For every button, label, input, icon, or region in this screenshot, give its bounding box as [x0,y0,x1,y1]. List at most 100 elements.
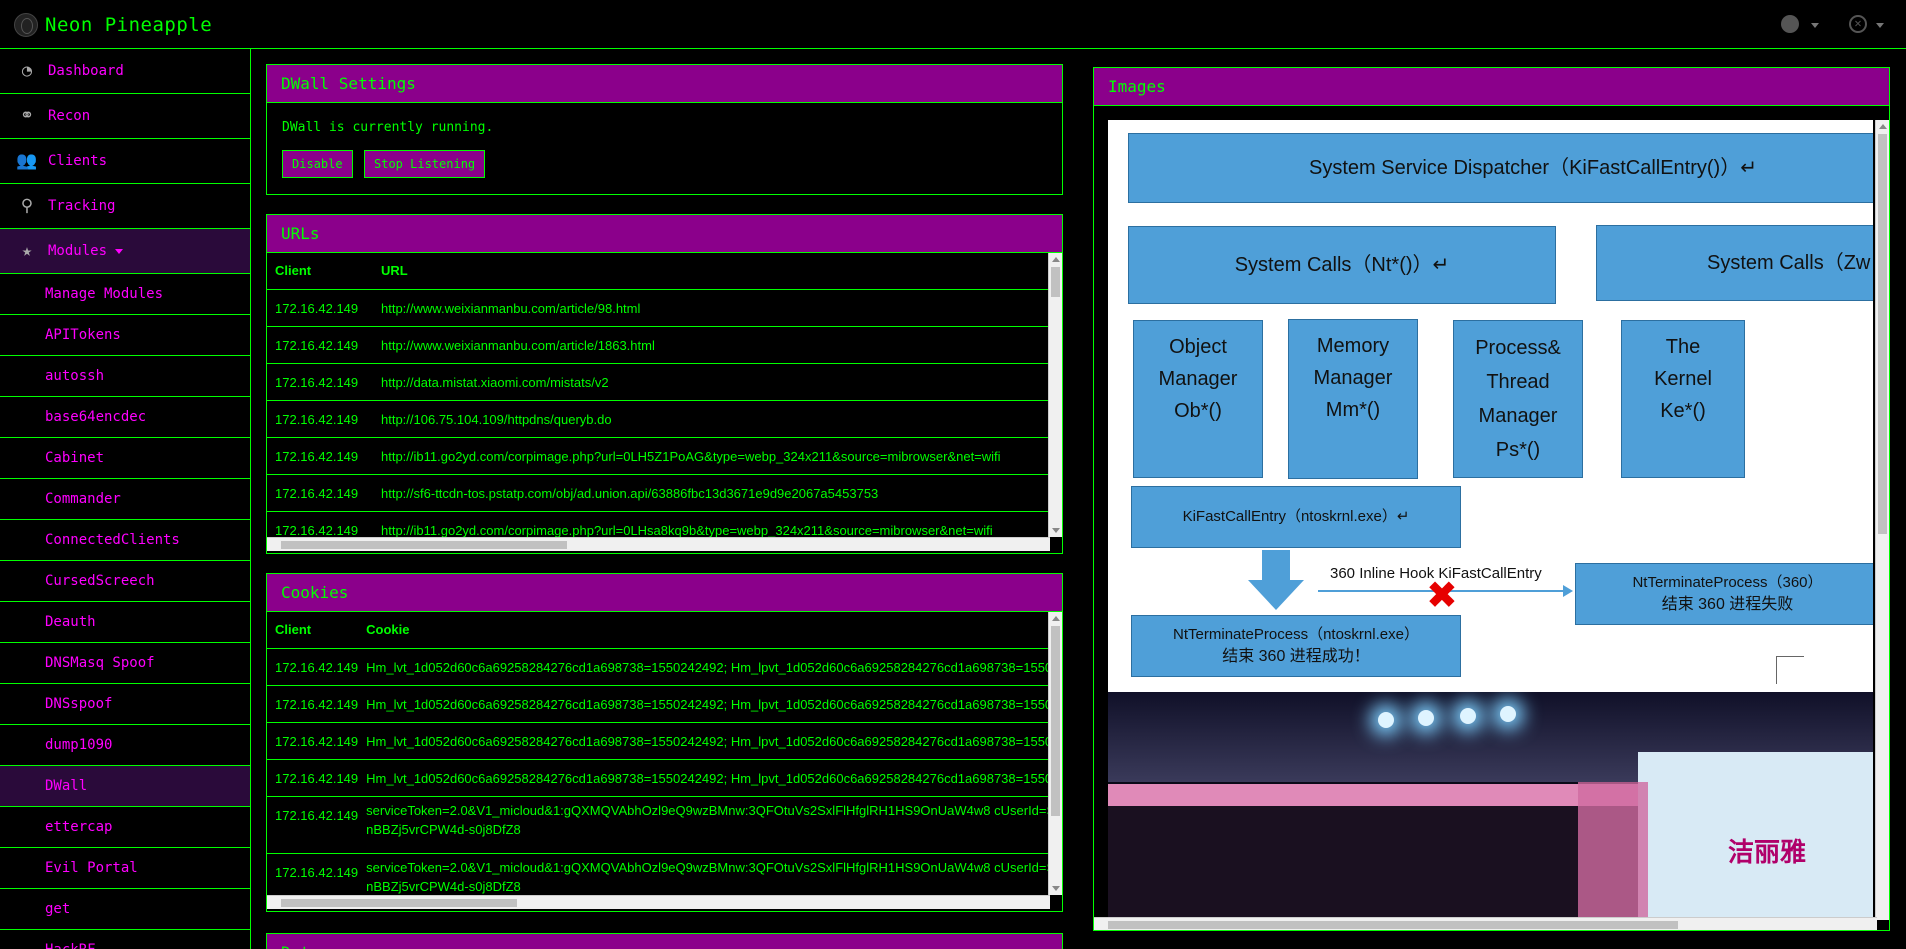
url-cell: http://ib11.go2yd.com/corpimage.php?url=… [373,437,1048,475]
module-item[interactable]: DNSMasq Spoof [0,643,250,684]
chevron-down-icon [115,248,124,254]
client-cell: 172.16.42.149 [267,511,373,537]
diagram-text: NtTerminateProcess（360） [1632,574,1823,591]
stage-pillar [1578,782,1648,920]
top-bar: Neon Pineapple ✕ [0,0,1906,49]
diagram-object-manager-box: Object Manager Ob*() [1133,320,1263,478]
diagram-memory-manager-box: Memory Manager Mm*() [1288,319,1418,479]
diagram-process-manager-box: Process& Thread Manager Ps*() [1453,320,1583,478]
close-icon[interactable]: ✕ [1849,15,1867,33]
client-cell: 172.16.42.149 [267,853,359,895]
client-cell: 172.16.42.149 [267,685,359,723]
diagram-text: Ob*() [1174,400,1222,422]
module-item[interactable]: dump1090 [0,725,250,766]
module-item[interactable]: ConnectedClients [0,520,250,561]
data-panel: Data [266,933,1063,949]
panel-title: Cookies [267,574,1062,612]
cookie-cell: serviceToken=2.0&V1_micloud&1:gQXMQVAbhO… [358,853,1048,895]
user-icon[interactable] [1781,15,1799,33]
scroll-thumb[interactable] [281,541,567,549]
client-cell: 172.16.42.149 [267,326,373,364]
module-item[interactable]: Commander [0,479,250,520]
panel-title: DWall Settings [267,65,1062,103]
module-item[interactable]: get [0,889,250,930]
url-cell: http://sf6-ttcdn-tos.pstatp.com/obj/ad.u… [373,474,1048,512]
url-cell: http://ib11.go2yd.com/corpimage.php?url=… [373,511,1048,537]
column-header-url[interactable]: URL [373,253,1048,290]
cookie-cell: Hm_lvt_1d052d60c6a69258284276cd1a698738=… [358,759,1048,797]
dwall-status-text: DWall is currently running. [282,120,494,135]
diagram-text: Manager [1158,368,1238,390]
module-item[interactable]: APITokens [0,315,250,356]
table-row: 172.16.42.149 serviceToken=2.0&V1_micloud… [267,796,1048,854]
client-cell: 172.16.42.149 [267,400,373,438]
app-title: Neon Pineapple [45,14,213,36]
urls-horizontal-scrollbar[interactable] [267,537,1050,551]
module-item[interactable]: base64encdec [0,397,250,438]
table-row: 172.16.42.149 Hm_lvt_1d052d60c6a692582842… [267,685,1048,723]
sidebar-item-tracking[interactable]: ⚲ Tracking [0,184,250,229]
table-row: 172.16.42.149 Hm_lvt_1d052d60c6a692582842… [267,722,1048,760]
table-row: 172.16.42.149 http://sf6-ttcdn-tos.pstatp… [267,474,1048,512]
diagram-ntterminate-nt-box: NtTerminateProcess（ntoskrnl.exe） 结束 360 … [1131,615,1461,677]
column-header-cookie[interactable]: Cookie [358,612,1048,649]
module-item[interactable]: Evil Portal [0,848,250,889]
cookie-cell: Hm_lvt_1d052d60c6a69258284276cd1a698738=… [358,648,1048,686]
images-horizontal-scrollbar[interactable] [1094,917,1877,930]
chevron-down-icon[interactable] [1876,23,1884,28]
column-header-client[interactable]: Client [267,253,373,290]
scroll-thumb[interactable] [1051,267,1060,297]
scroll-up-icon[interactable] [1052,257,1060,262]
cookies-table: Client Cookie 172.16.42.149 Hm_lvt_1d052d… [267,612,1048,895]
module-item[interactable]: Cabinet [0,438,250,479]
module-item[interactable]: Deauth [0,602,250,643]
module-item-active[interactable]: DWall [0,766,250,807]
cookies-horizontal-scrollbar[interactable] [267,895,1050,909]
client-cell: 172.16.42.149 [267,796,359,854]
table-row: 172.16.42.149 http://ib11.go2yd.com/corpi… [267,437,1048,475]
scroll-down-icon[interactable] [1052,886,1060,891]
red-x-icon: ✖ [1426,573,1458,617]
diagram-kernel-box: The Kernel Ke*() [1621,320,1745,478]
scroll-thumb[interactable] [1051,626,1060,816]
scroll-down-icon[interactable] [1052,528,1060,533]
urls-vertical-scrollbar[interactable] [1048,253,1062,537]
module-item[interactable]: HackRF [0,930,250,949]
module-item[interactable]: Manage Modules [0,274,250,315]
scroll-thumb[interactable] [1108,921,1678,929]
client-cell: 172.16.42.149 [267,289,373,327]
disable-button[interactable]: Disable [282,150,353,178]
table-row: 172.16.42.149 Hm_lvt_1d052d60c6a692582842… [267,648,1048,686]
cookie-cell: Hm_lvt_1d052d60c6a69258284276cd1a698738=… [358,722,1048,760]
diagram-text: Manager [1478,405,1558,427]
cookie-cell: serviceToken=2.0&V1_micloud&1:gQXMQVAbhO… [358,796,1048,854]
images-vertical-scrollbar[interactable] [1875,120,1889,920]
module-item[interactable]: DNSspoof [0,684,250,725]
sidebar-item-recon[interactable]: ⚭ Recon [0,94,250,139]
stop-listening-button[interactable]: Stop Listening [364,150,486,178]
diagram-text: Mm*() [1325,399,1381,421]
scroll-thumb[interactable] [1878,134,1887,534]
client-cell: 172.16.42.149 [267,759,359,797]
panel-title: Images [1094,68,1889,106]
stage-logo-text: 洁丽雅 [1728,838,1807,868]
scroll-up-icon[interactable] [1879,124,1887,129]
sidebar-item-dashboard[interactable]: ◔ Dashboard [0,49,250,94]
sidebar-item-clients[interactable]: 👥 Clients [0,139,250,184]
module-item[interactable]: autossh [0,356,250,397]
module-item[interactable]: CursedScreech [0,561,250,602]
cookies-vertical-scrollbar[interactable] [1048,612,1062,895]
chevron-down-icon[interactable] [1811,23,1819,28]
module-item[interactable]: ettercap [0,807,250,848]
scroll-up-icon[interactable] [1052,616,1060,621]
sidebar-item-modules[interactable]: ★ Modules [0,229,250,274]
scroll-thumb[interactable] [281,899,517,907]
images-panel: Images System Service Dispatcher（KiFastC… [1093,67,1890,931]
url-cell: http://www.weixianmanbu.com/article/98.h… [373,289,1048,327]
client-cell: 172.16.42.149 [267,722,359,760]
diagram-text: 结束 360 进程成功！ [1222,648,1370,665]
cookie-cell: Hm_lvt_1d052d60c6a69258284276cd1a698738=… [358,685,1048,723]
cookies-panel: Cookies Client Cookie 172.16.42.149 Hm_lv… [266,573,1063,912]
diagram-syscalls-zw-box: System Calls（Zw [1596,225,1873,301]
column-header-client[interactable]: Client [267,612,359,649]
